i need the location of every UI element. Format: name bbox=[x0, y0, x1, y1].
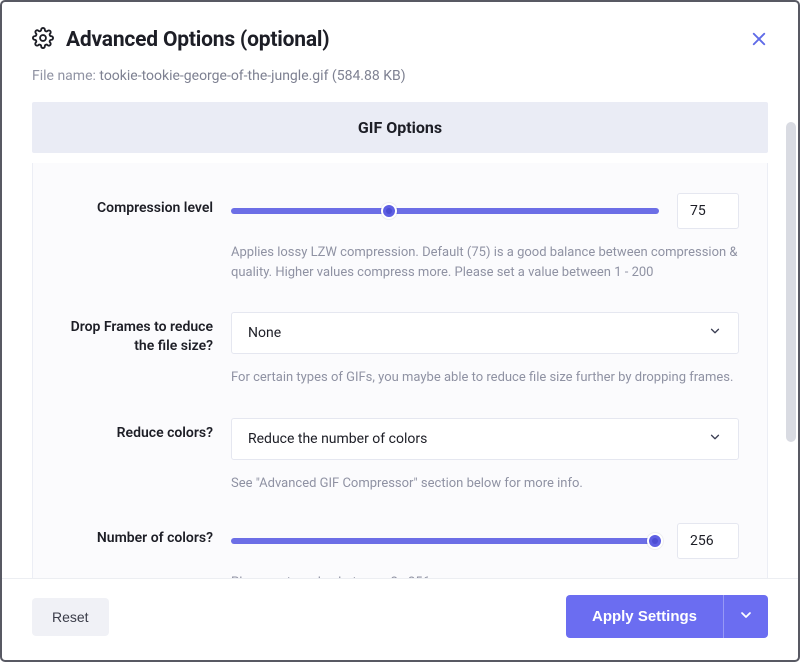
close-button[interactable] bbox=[750, 30, 768, 48]
drop-frames-label: Drop Frames to reduce the file size? bbox=[61, 312, 231, 356]
option-row-drop-frames: Drop Frames to reduce the file size? Non… bbox=[61, 312, 739, 388]
num-colors-label: Number of colors? bbox=[61, 523, 231, 548]
num-colors-slider[interactable] bbox=[231, 532, 659, 550]
advanced-options-modal: Advanced Options (optional) File name: t… bbox=[0, 0, 800, 662]
compression-slider-thumb[interactable] bbox=[381, 203, 397, 219]
chevron-down-icon bbox=[708, 430, 722, 448]
file-name-label: File name: bbox=[32, 68, 96, 84]
reduce-colors-label: Reduce colors? bbox=[61, 418, 231, 443]
reduce-colors-selected: Reduce the number of colors bbox=[248, 431, 427, 447]
num-colors-value-input[interactable]: 256 bbox=[677, 523, 739, 559]
drop-frames-hint: For certain types of GIFs, you maybe abl… bbox=[231, 368, 739, 388]
gear-icon bbox=[32, 27, 54, 53]
reduce-colors-hint: See "Advanced GIF Compressor" section be… bbox=[231, 474, 739, 494]
option-row-reduce-colors: Reduce colors? Reduce the number of colo… bbox=[61, 418, 739, 494]
drop-frames-selected: None bbox=[248, 325, 281, 341]
file-name-value: tookie-tookie-george-of-the-jungle.gif (… bbox=[99, 68, 405, 84]
num-colors-slider-thumb[interactable] bbox=[647, 533, 663, 549]
drop-frames-select[interactable]: None bbox=[231, 312, 739, 354]
chevron-down-icon bbox=[708, 324, 722, 342]
compression-slider[interactable] bbox=[231, 202, 659, 220]
modal-header: Advanced Options (optional) bbox=[2, 2, 798, 68]
file-name-line: File name: tookie-tookie-george-of-the-j… bbox=[2, 68, 798, 102]
option-row-compression: Compression level 75 Applies lossy LZW c… bbox=[61, 193, 739, 282]
options-body: Compression level 75 Applies lossy LZW c… bbox=[32, 163, 768, 578]
option-row-num-colors: Number of colors? 256 Please set a value… bbox=[61, 523, 739, 578]
apply-dropdown-button[interactable] bbox=[723, 595, 768, 638]
modal-footer: Reset Apply Settings bbox=[2, 578, 798, 660]
modal-title: Advanced Options (optional) bbox=[66, 28, 329, 52]
compression-value-input[interactable]: 75 bbox=[677, 193, 739, 229]
close-icon bbox=[750, 33, 768, 52]
options-scroll-area[interactable]: Compression level 75 Applies lossy LZW c… bbox=[2, 153, 798, 578]
scrollbar[interactable] bbox=[786, 122, 796, 442]
compression-hint: Applies lossy LZW compression. Default (… bbox=[231, 243, 739, 282]
chevron-down-icon bbox=[738, 607, 754, 626]
section-banner: GIF Options bbox=[32, 102, 768, 153]
apply-settings-button[interactable]: Apply Settings bbox=[566, 595, 723, 638]
apply-button-group: Apply Settings bbox=[566, 595, 768, 638]
reset-button[interactable]: Reset bbox=[32, 598, 109, 636]
reduce-colors-select[interactable]: Reduce the number of colors bbox=[231, 418, 739, 460]
num-colors-hint: Please set a value between 2 - 256 bbox=[231, 573, 739, 578]
compression-label: Compression level bbox=[61, 193, 231, 218]
